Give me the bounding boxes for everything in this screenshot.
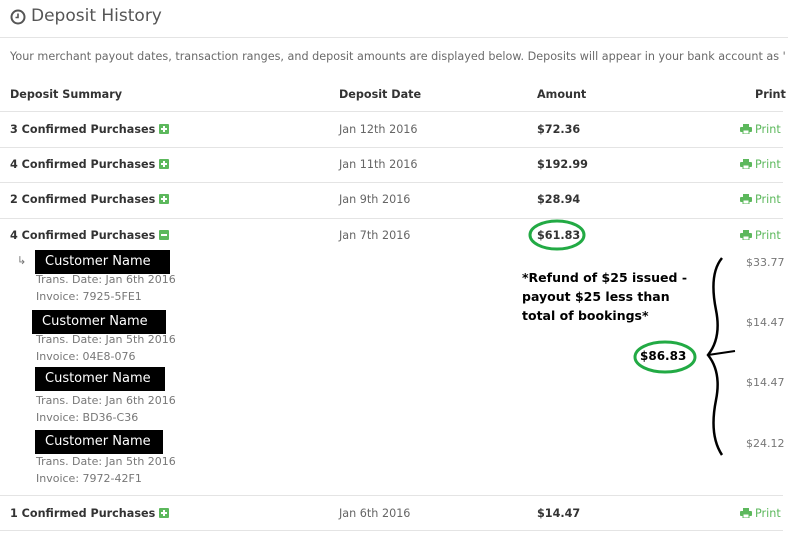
trans-date: Trans. Date: Jan 5th 2016 bbox=[36, 333, 176, 346]
child-arrow-icon: ↳ bbox=[17, 254, 27, 267]
printer-icon bbox=[740, 159, 752, 169]
trans-date: Trans. Date: Jan 6th 2016 bbox=[36, 394, 176, 407]
brace-tip bbox=[707, 350, 736, 356]
invoice-number: Invoice: BD36-C36 bbox=[36, 411, 139, 424]
deposit-amount: $61.83 bbox=[537, 229, 581, 242]
deposit-date: Jan 9th 2016 bbox=[339, 193, 411, 206]
invoice-number: Invoice: 7972-42F1 bbox=[36, 472, 142, 485]
printer-icon bbox=[740, 508, 752, 518]
print-link[interactable]: Print bbox=[740, 193, 781, 206]
customer-name-redacted: Customer Name bbox=[32, 310, 166, 334]
column-header-date[interactable]: Deposit Date bbox=[339, 88, 421, 101]
invoice-number: Invoice: 04E8-076 bbox=[36, 350, 136, 363]
summary-label: 3 Confirmed Purchases bbox=[10, 123, 156, 136]
row-divider bbox=[0, 495, 783, 496]
column-header-amount[interactable]: Amount bbox=[537, 88, 586, 101]
page-header: Deposit History bbox=[0, 0, 788, 38]
deposit-amount: $192.99 bbox=[537, 158, 588, 171]
deposit-summary: 4 Confirmed Purchases bbox=[10, 158, 170, 171]
deposit-amount: $14.47 bbox=[537, 507, 581, 520]
expand-plus-icon[interactable] bbox=[159, 159, 170, 169]
printer-icon bbox=[740, 230, 752, 240]
print-link[interactable]: Print bbox=[740, 158, 781, 171]
deposit-amount: $72.36 bbox=[537, 123, 581, 136]
expand-plus-icon[interactable] bbox=[159, 124, 170, 134]
summary-label: 4 Confirmed Purchases bbox=[10, 158, 156, 171]
print-label: Print bbox=[755, 229, 781, 242]
printer-icon bbox=[740, 124, 752, 134]
refund-note: *Refund of $25 issued - payout $25 less … bbox=[522, 270, 688, 323]
deposit-date: Jan 6th 2016 bbox=[339, 507, 411, 520]
customer-name-redacted: Customer Name bbox=[35, 367, 165, 391]
customer-name-redacted: Customer Name bbox=[35, 430, 163, 454]
detail-amount: $33.77 bbox=[746, 256, 785, 269]
expand-plus-icon[interactable] bbox=[159, 194, 170, 204]
row-divider bbox=[0, 218, 783, 219]
print-link[interactable]: Print bbox=[740, 229, 781, 242]
total-amount-annotation: $86.83 bbox=[640, 349, 687, 363]
print-link[interactable]: Print bbox=[740, 123, 781, 136]
deposit-summary: 4 Confirmed Purchases bbox=[10, 229, 170, 242]
curly-brace bbox=[706, 257, 724, 456]
row-divider bbox=[0, 147, 783, 148]
detail-amount: $14.47 bbox=[746, 316, 785, 329]
summary-label: 1 Confirmed Purchases bbox=[10, 507, 156, 520]
trans-date: Trans. Date: Jan 6th 2016 bbox=[36, 273, 176, 286]
deposit-summary: 3 Confirmed Purchases bbox=[10, 123, 170, 136]
deposit-date: Jan 11th 2016 bbox=[339, 158, 418, 171]
print-label: Print bbox=[755, 193, 781, 206]
collapse-minus-icon[interactable] bbox=[159, 230, 170, 240]
clock-icon bbox=[10, 9, 26, 25]
detail-amount: $14.47 bbox=[746, 376, 785, 389]
column-header-print: Print bbox=[755, 88, 786, 101]
print-link[interactable]: Print bbox=[740, 507, 781, 520]
intro-text: Your merchant payout dates, transaction … bbox=[10, 50, 785, 63]
deposit-date: Jan 7th 2016 bbox=[339, 229, 411, 242]
row-divider bbox=[0, 111, 783, 112]
customer-name-redacted: Customer Name bbox=[35, 250, 170, 274]
detail-amount: $24.12 bbox=[746, 437, 785, 450]
page-title: Deposit History bbox=[31, 6, 162, 26]
printer-icon bbox=[740, 194, 752, 204]
deposit-summary: 2 Confirmed Purchases bbox=[10, 193, 170, 206]
row-divider bbox=[0, 530, 783, 531]
row-divider bbox=[0, 182, 783, 183]
column-header-summary[interactable]: Deposit Summary bbox=[10, 88, 122, 101]
invoice-number: Invoice: 7925-5FE1 bbox=[36, 290, 142, 303]
deposit-summary: 1 Confirmed Purchases bbox=[10, 507, 170, 520]
print-label: Print bbox=[755, 123, 781, 136]
print-label: Print bbox=[755, 158, 781, 171]
deposit-amount: $28.94 bbox=[537, 193, 581, 206]
deposit-date: Jan 12th 2016 bbox=[339, 123, 418, 136]
trans-date: Trans. Date: Jan 5th 2016 bbox=[36, 455, 176, 468]
expand-plus-icon[interactable] bbox=[159, 508, 170, 518]
summary-label: 4 Confirmed Purchases bbox=[10, 229, 156, 242]
summary-label: 2 Confirmed Purchases bbox=[10, 193, 156, 206]
print-label: Print bbox=[755, 507, 781, 520]
